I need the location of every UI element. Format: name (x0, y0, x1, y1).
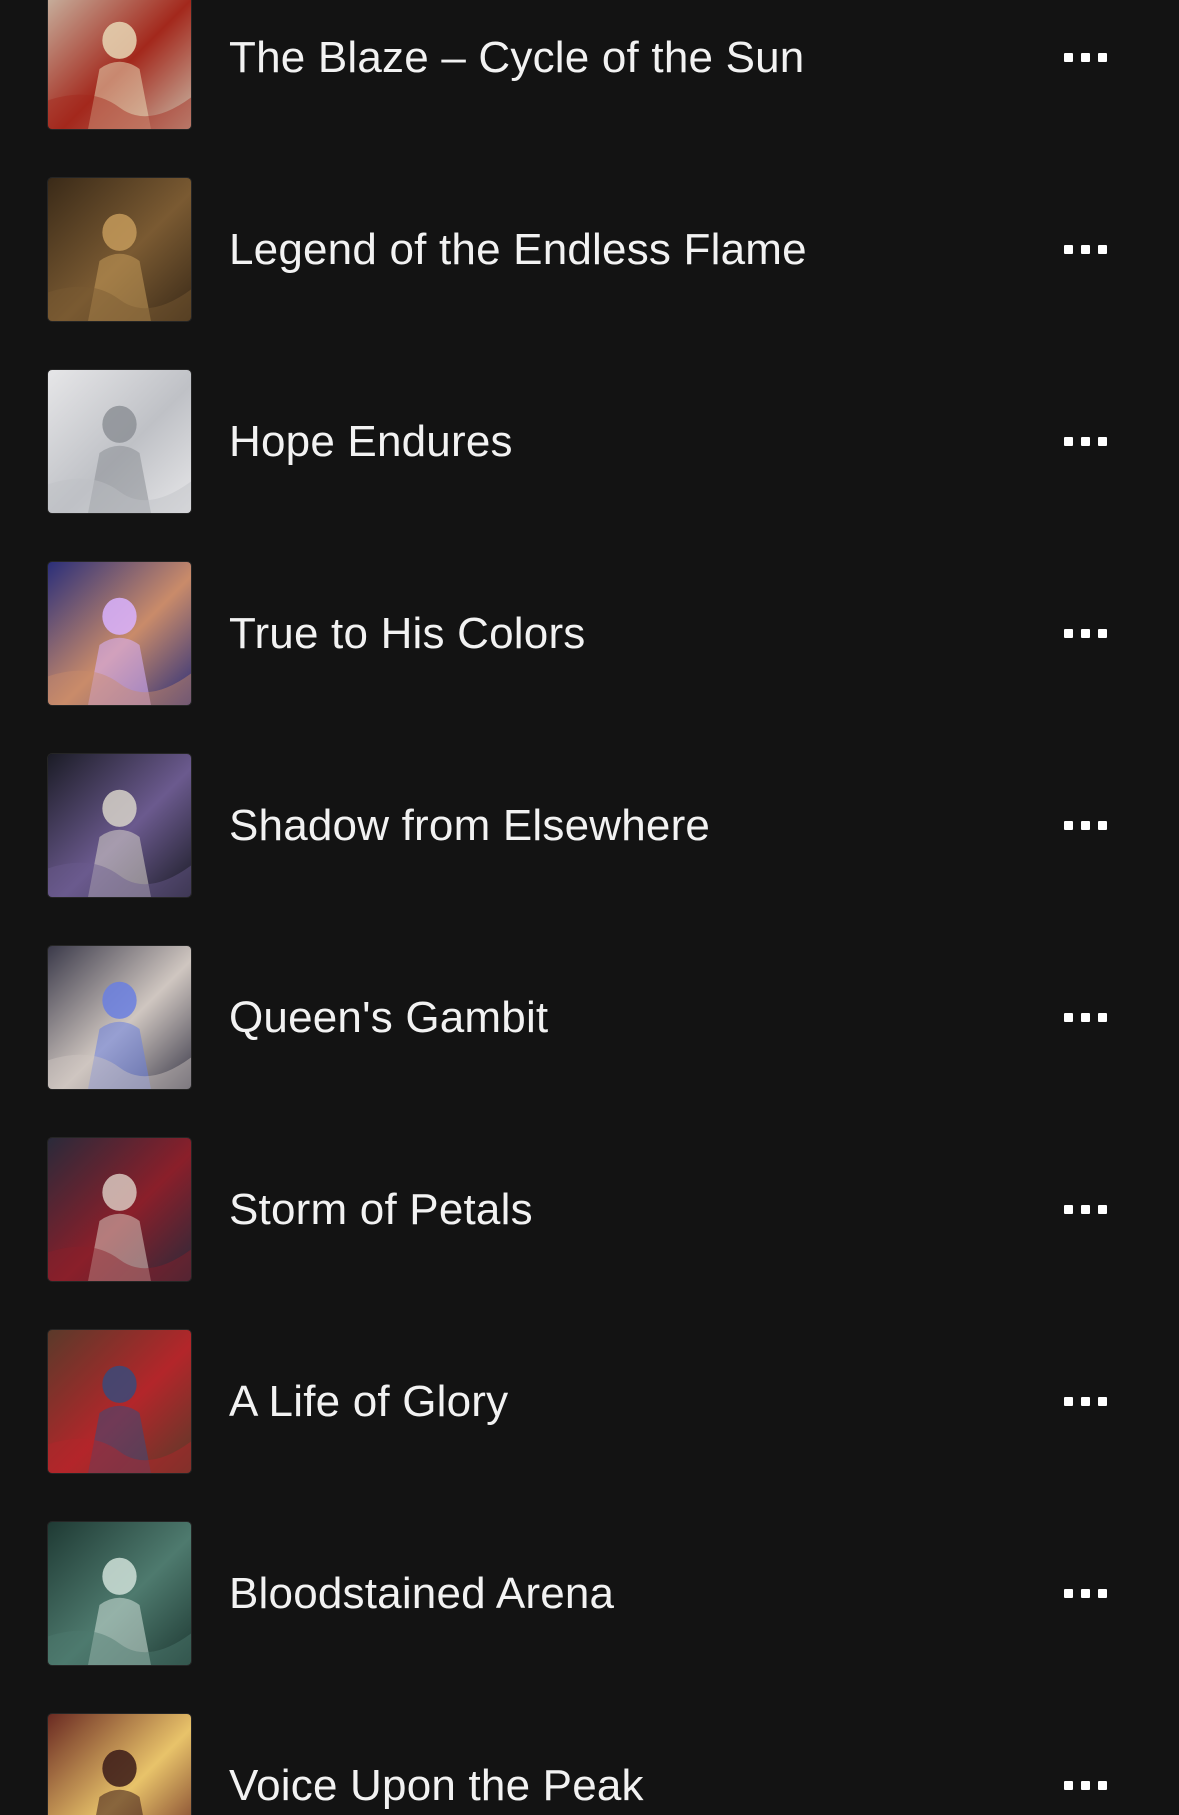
track-row[interactable]: Voice Upon the Peak (0, 1702, 1179, 1815)
track-row[interactable]: Legend of the Endless Flame (0, 166, 1179, 358)
more-options-button[interactable] (1045, 946, 1125, 1089)
ellipsis-icon (1063, 629, 1107, 638)
ellipsis-icon (1063, 1589, 1107, 1598)
more-options-button[interactable] (1045, 370, 1125, 513)
album-art (48, 0, 191, 129)
more-options-button[interactable] (1045, 1330, 1125, 1473)
ellipsis-icon (1063, 245, 1107, 254)
album-art (48, 562, 191, 705)
track-row[interactable]: Shadow from Elsewhere (0, 742, 1179, 934)
track-title: Queen's Gambit (229, 993, 549, 1042)
more-options-button[interactable] (1045, 0, 1125, 129)
album-art (48, 1330, 191, 1473)
track-title: Storm of Petals (229, 1185, 533, 1234)
more-options-button[interactable] (1045, 754, 1125, 897)
more-options-button[interactable] (1045, 1138, 1125, 1281)
more-options-button[interactable] (1045, 178, 1125, 321)
ellipsis-icon (1063, 821, 1107, 830)
ellipsis-icon (1063, 53, 1107, 62)
track-title: Shadow from Elsewhere (229, 801, 711, 850)
track-row[interactable]: Bloodstained Arena (0, 1510, 1179, 1702)
track-row[interactable]: A Life of Glory (0, 1318, 1179, 1510)
album-art (48, 178, 191, 321)
more-options-button[interactable] (1045, 1714, 1125, 1815)
track-title: Bloodstained Arena (229, 1569, 615, 1618)
more-options-button[interactable] (1045, 1522, 1125, 1665)
ellipsis-icon (1063, 1205, 1107, 1214)
track-list: The Blaze – Cycle of the Sun Legend of th… (0, 0, 1179, 1815)
ellipsis-icon (1063, 437, 1107, 446)
album-art (48, 1522, 191, 1665)
ellipsis-icon (1063, 1397, 1107, 1406)
album-art (48, 370, 191, 513)
track-title: True to His Colors (229, 609, 586, 658)
album-art (48, 1138, 191, 1281)
ellipsis-icon (1063, 1013, 1107, 1022)
track-title: A Life of Glory (229, 1377, 509, 1426)
album-art (48, 754, 191, 897)
track-title: Legend of the Endless Flame (229, 225, 807, 274)
album-art (48, 946, 191, 1089)
more-options-button[interactable] (1045, 562, 1125, 705)
track-row[interactable]: The Blaze – Cycle of the Sun (0, 0, 1179, 166)
ellipsis-icon (1063, 1781, 1107, 1790)
track-row[interactable]: Hope Endures (0, 358, 1179, 550)
track-title: Voice Upon the Peak (229, 1761, 644, 1810)
track-row[interactable]: Queen's Gambit (0, 934, 1179, 1126)
track-title: Hope Endures (229, 417, 513, 466)
track-row[interactable]: Storm of Petals (0, 1126, 1179, 1318)
track-title: The Blaze – Cycle of the Sun (229, 33, 805, 82)
track-row[interactable]: True to His Colors (0, 550, 1179, 742)
album-art (48, 1714, 191, 1815)
